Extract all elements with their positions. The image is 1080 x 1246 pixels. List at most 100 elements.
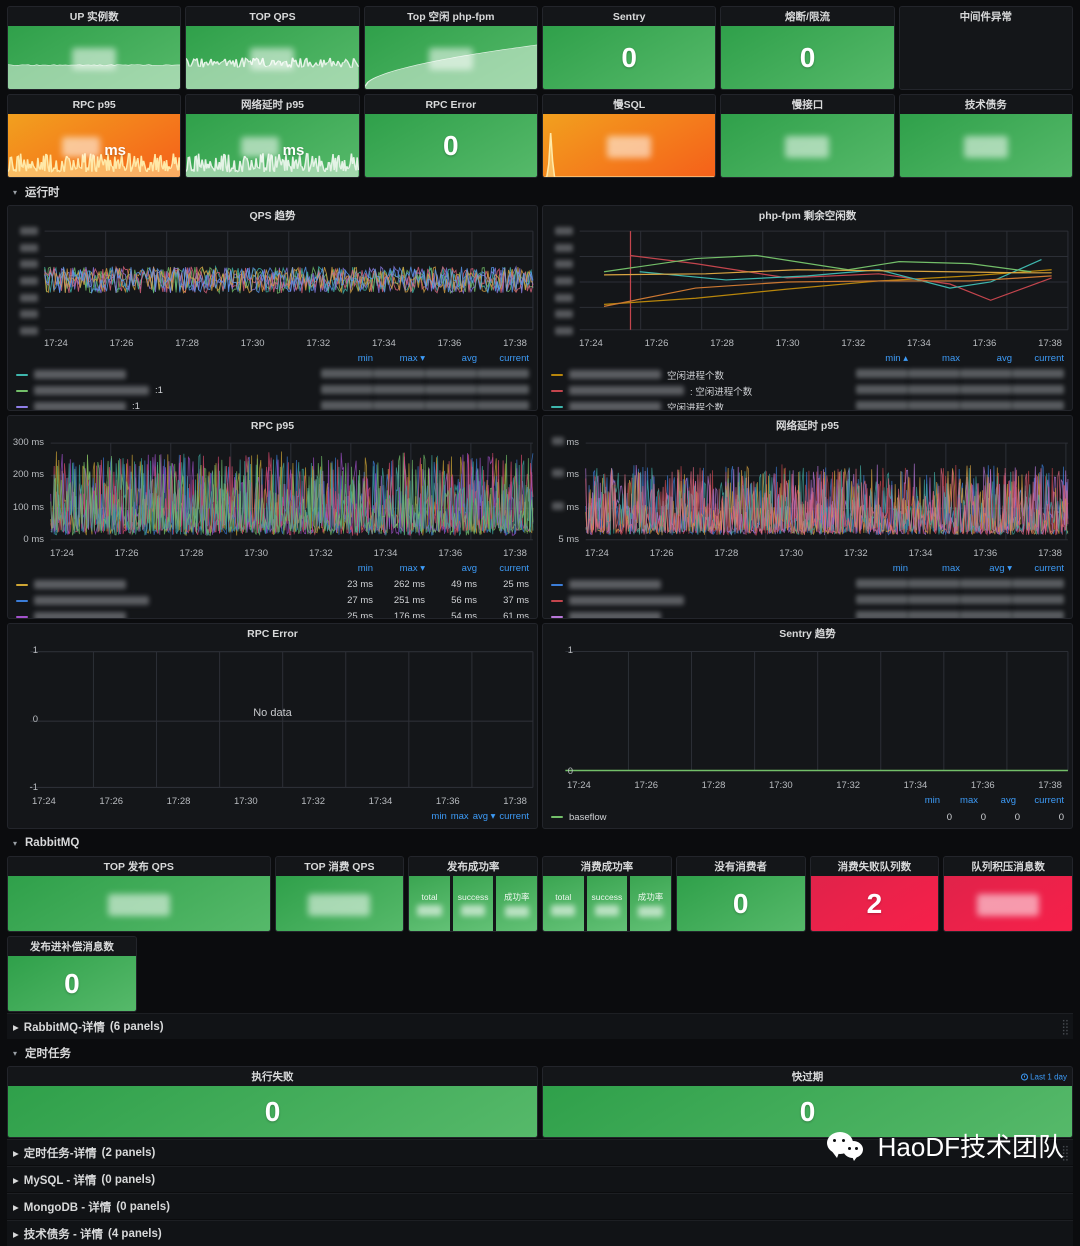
panel-header[interactable]: 中间件异常 (900, 7, 1072, 26)
panel-title: 消费成功率 (581, 859, 634, 874)
panel-header[interactable]: 技术债务 (900, 95, 1072, 114)
panel-header[interactable]: RPC Error (8, 624, 537, 643)
legend-row[interactable]: :1 (16, 399, 529, 411)
legend-col-max[interactable]: max ▾ (373, 353, 425, 364)
y-axis-phpfpm (543, 225, 577, 337)
panel-header[interactable]: 发布成功率 (409, 857, 537, 876)
legend-col-avg[interactable]: avg (982, 795, 1016, 806)
row-header-runtime[interactable]: ▾ 运行时 (7, 181, 1073, 203)
panel-header[interactable]: RPC Error (365, 95, 537, 114)
panel-header[interactable]: 消费成功率 (543, 857, 671, 876)
legend-row[interactable]: 空闲进程个数 (551, 399, 1064, 411)
legend-row[interactable]: 空闲进程个数 (551, 367, 1064, 383)
legend-col-max[interactable]: max (908, 563, 960, 574)
panel-time-range[interactable]: Last 1 day (1021, 1072, 1067, 1081)
panel-header[interactable]: Sentry (543, 7, 715, 26)
legend-col-avg[interactable]: avg (425, 563, 477, 574)
panel-header[interactable]: 网络延时 p95 (543, 416, 1072, 435)
legend-col-avg[interactable]: avg (960, 353, 1012, 364)
panel-header[interactable]: 快过期Last 1 day (543, 1067, 1072, 1086)
panel-header[interactable]: 发布进补偿消息数 (8, 937, 136, 956)
legend-col-min[interactable]: min (321, 353, 373, 364)
row-header-debt-detail[interactable]: ▸ 技术债务 - 详情 (4 panels) (7, 1220, 1073, 1246)
legend-row[interactable]: : 空闲进程个数 (551, 383, 1064, 399)
x-tick: 17:28 (702, 780, 726, 791)
panel-header[interactable]: RPC p95 (8, 416, 537, 435)
drag-handle-icon[interactable] (1062, 1019, 1069, 1035)
panel-header[interactable]: TOP 发布 QPS (8, 857, 270, 876)
panel-header[interactable]: QPS 趋势 (8, 206, 537, 225)
row-header-rabbitmq-detail[interactable]: ▸ RabbitMQ-详情 (6 panels) (7, 1013, 1073, 1039)
panel-header[interactable]: 队列积压消息数 (944, 857, 1072, 876)
x-axis-phpfpm: 17:2417:2617:2817:3017:3217:3417:3617:38 (543, 337, 1072, 351)
panel-header[interactable]: TOP QPS (186, 7, 358, 26)
legend-row[interactable] (551, 593, 1064, 609)
panel-header[interactable]: RPC p95 (8, 95, 180, 114)
x-axis-rpc-error: 17:2417:2617:2817:3017:3217:3417:3617:38 (8, 795, 537, 809)
panel-title: QPS 趋势 (249, 208, 295, 223)
panel-header[interactable]: 没有消费者 (677, 857, 805, 876)
series-color-swatch (16, 406, 28, 408)
legend-col-avg[interactable]: avg ▾ (473, 811, 496, 822)
legend-row[interactable]: baseflow0000 (551, 809, 1064, 825)
legend-col-current[interactable]: current (1012, 353, 1064, 364)
legend-col-min[interactable]: min (431, 811, 446, 822)
panel-header[interactable]: UP 实例数 (8, 7, 180, 26)
chart-body: 300 ms200 ms100 ms0 ms 17:2417:2 (8, 435, 537, 619)
legend-row[interactable]: 23 ms262 ms49 ms25 ms (16, 577, 529, 593)
legend-avg: 49 ms (425, 579, 477, 590)
legend-col-max[interactable]: max (944, 795, 978, 806)
x-tick: 17:34 (374, 548, 398, 559)
row-header-mysql-detail[interactable]: ▸ MySQL - 详情 (0 panels) (7, 1166, 1073, 1192)
y-tick (555, 244, 573, 252)
series-color-swatch (551, 390, 563, 392)
panel-title: 技术债务 (965, 97, 1007, 112)
row-header-rabbitmq[interactable]: ▾ RabbitMQ (7, 832, 1073, 854)
x-tick: 17:26 (110, 338, 134, 349)
series-name: baseflow (569, 812, 607, 823)
legend-col-min[interactable]: min ▴ (856, 353, 908, 364)
panel-header[interactable]: Sentry 趋势 (543, 624, 1072, 643)
stat-value: ms (186, 132, 358, 160)
legend-col-avg[interactable]: avg ▾ (960, 563, 1012, 574)
legend-col-current[interactable]: current (1020, 795, 1064, 806)
legend-col-min[interactable]: min (321, 563, 373, 574)
legend-row[interactable]: 25 ms176 ms54 ms61 ms (16, 609, 529, 619)
x-tick: 17:28 (167, 796, 191, 807)
legend-col-current[interactable]: current (477, 563, 529, 574)
row-label-mysql-detail: MySQL - 详情 (24, 1172, 97, 1188)
row-header-mongodb-detail[interactable]: ▸ MongoDB - 详情 (0 panels) (7, 1193, 1073, 1219)
panel-header[interactable]: 慢SQL (543, 95, 715, 114)
y-tick: 0 (568, 766, 573, 777)
stat-body: 0 (8, 956, 136, 1011)
substat-cell: 成功率 (496, 876, 537, 931)
panel-header[interactable]: 熔断/限流 (721, 7, 893, 26)
panel-header[interactable]: 慢接口 (721, 95, 893, 114)
panel-header[interactable]: 执行失败 (8, 1067, 537, 1086)
legend-row[interactable] (551, 609, 1064, 619)
legend-col-max[interactable]: max ▾ (373, 563, 425, 574)
panel-header[interactable]: Top 空闲 php-fpm (365, 7, 537, 26)
panel-header[interactable]: 网络延时 p95 (186, 95, 358, 114)
row-header-cron-detail[interactable]: ▸ 定时任务-详情 (2 panels) (7, 1139, 1073, 1165)
legend-col-max[interactable]: max (908, 353, 960, 364)
legend-row[interactable]: :1 (16, 383, 529, 399)
legend-col-min[interactable]: min (906, 795, 940, 806)
legend-col-current[interactable]: current (499, 811, 529, 822)
row-header-cron[interactable]: ▾ 定时任务 (7, 1042, 1073, 1064)
legend-col-min[interactable]: min (856, 563, 908, 574)
drag-handle-icon[interactable] (1062, 1145, 1069, 1161)
panel-rpc-p95: RPC p95 300 ms200 ms100 ms0 ms (7, 415, 538, 619)
substat-value (505, 906, 529, 917)
legend-col-current[interactable]: current (1012, 563, 1064, 574)
rpcerror-plot-svg (8, 643, 537, 795)
panel-header[interactable]: 消费失败队列数 (811, 857, 939, 876)
legend-row[interactable] (551, 577, 1064, 593)
panel-header[interactable]: php-fpm 剩余空闲数 (543, 206, 1072, 225)
legend-col-avg[interactable]: avg (425, 353, 477, 364)
panel-header[interactable]: TOP 消费 QPS (276, 857, 404, 876)
legend-row[interactable] (16, 367, 529, 383)
legend-col-max[interactable]: max (451, 811, 469, 822)
legend-row[interactable]: 27 ms251 ms56 ms37 ms (16, 593, 529, 609)
legend-col-current[interactable]: current (477, 353, 529, 364)
